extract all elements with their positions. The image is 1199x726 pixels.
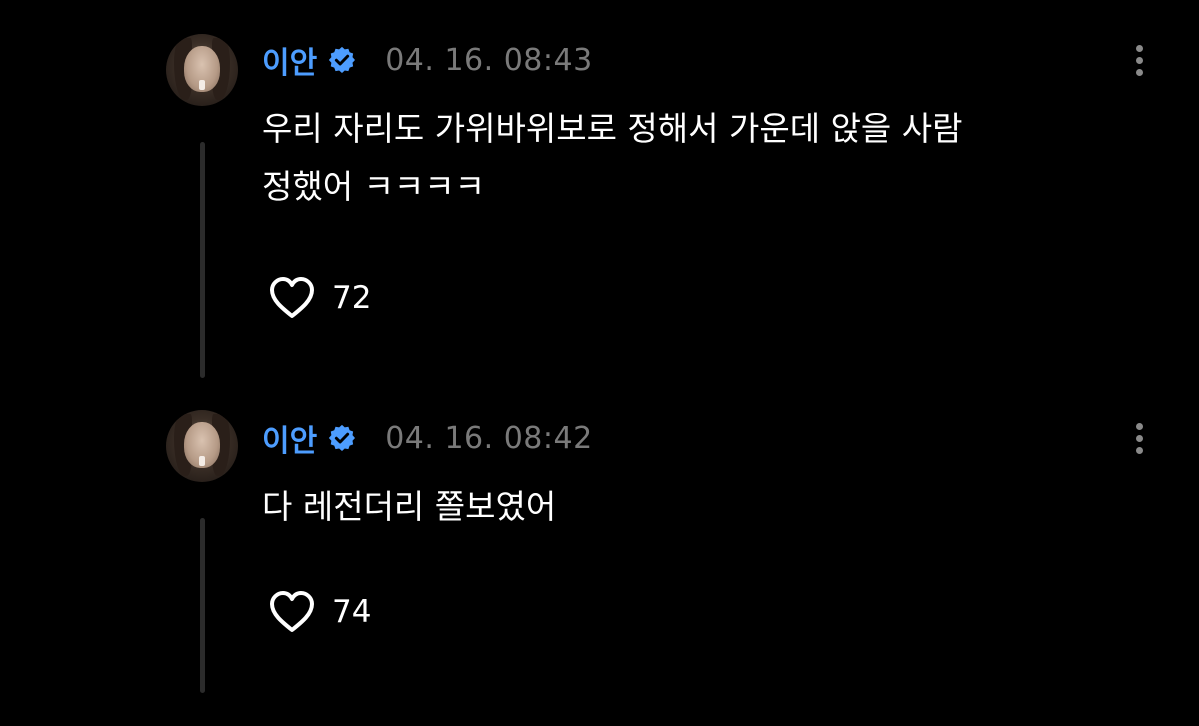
avatar[interactable] — [166, 410, 238, 482]
more-options-button[interactable] — [1133, 418, 1145, 458]
more-vertical-icon — [1135, 44, 1143, 52]
timestamp: 04. 16. 08:42 — [385, 420, 593, 456]
verified-badge-icon — [329, 424, 356, 451]
thread-line — [200, 142, 205, 378]
comment-text: 다 레전더리 쫄보였어 — [262, 487, 557, 526]
username[interactable]: 이안 — [262, 38, 317, 82]
comment-header: 이안 04. 16. 08:42 — [262, 416, 593, 460]
more-vertical-icon — [1135, 422, 1143, 430]
more-options-button[interactable] — [1133, 40, 1145, 80]
thread-line — [200, 518, 205, 693]
comment-text: 우리 자리도 가위바위보로 정해서 가운데 앉을 사람 정했어 ㅋㅋㅋㅋ — [262, 109, 963, 206]
like-button[interactable]: 74 — [268, 590, 371, 634]
timestamp: 04. 16. 08:43 — [385, 42, 593, 78]
username[interactable]: 이안 — [262, 416, 317, 460]
avatar[interactable] — [166, 34, 238, 106]
comment-header: 이안 04. 16. 08:43 — [262, 38, 593, 82]
like-count: 72 — [332, 280, 372, 316]
heart-outline-icon — [270, 277, 314, 318]
like-count: 74 — [332, 594, 372, 630]
heart-outline-icon — [270, 591, 314, 632]
like-button[interactable]: 72 — [268, 276, 371, 320]
verified-badge-icon — [329, 46, 356, 73]
